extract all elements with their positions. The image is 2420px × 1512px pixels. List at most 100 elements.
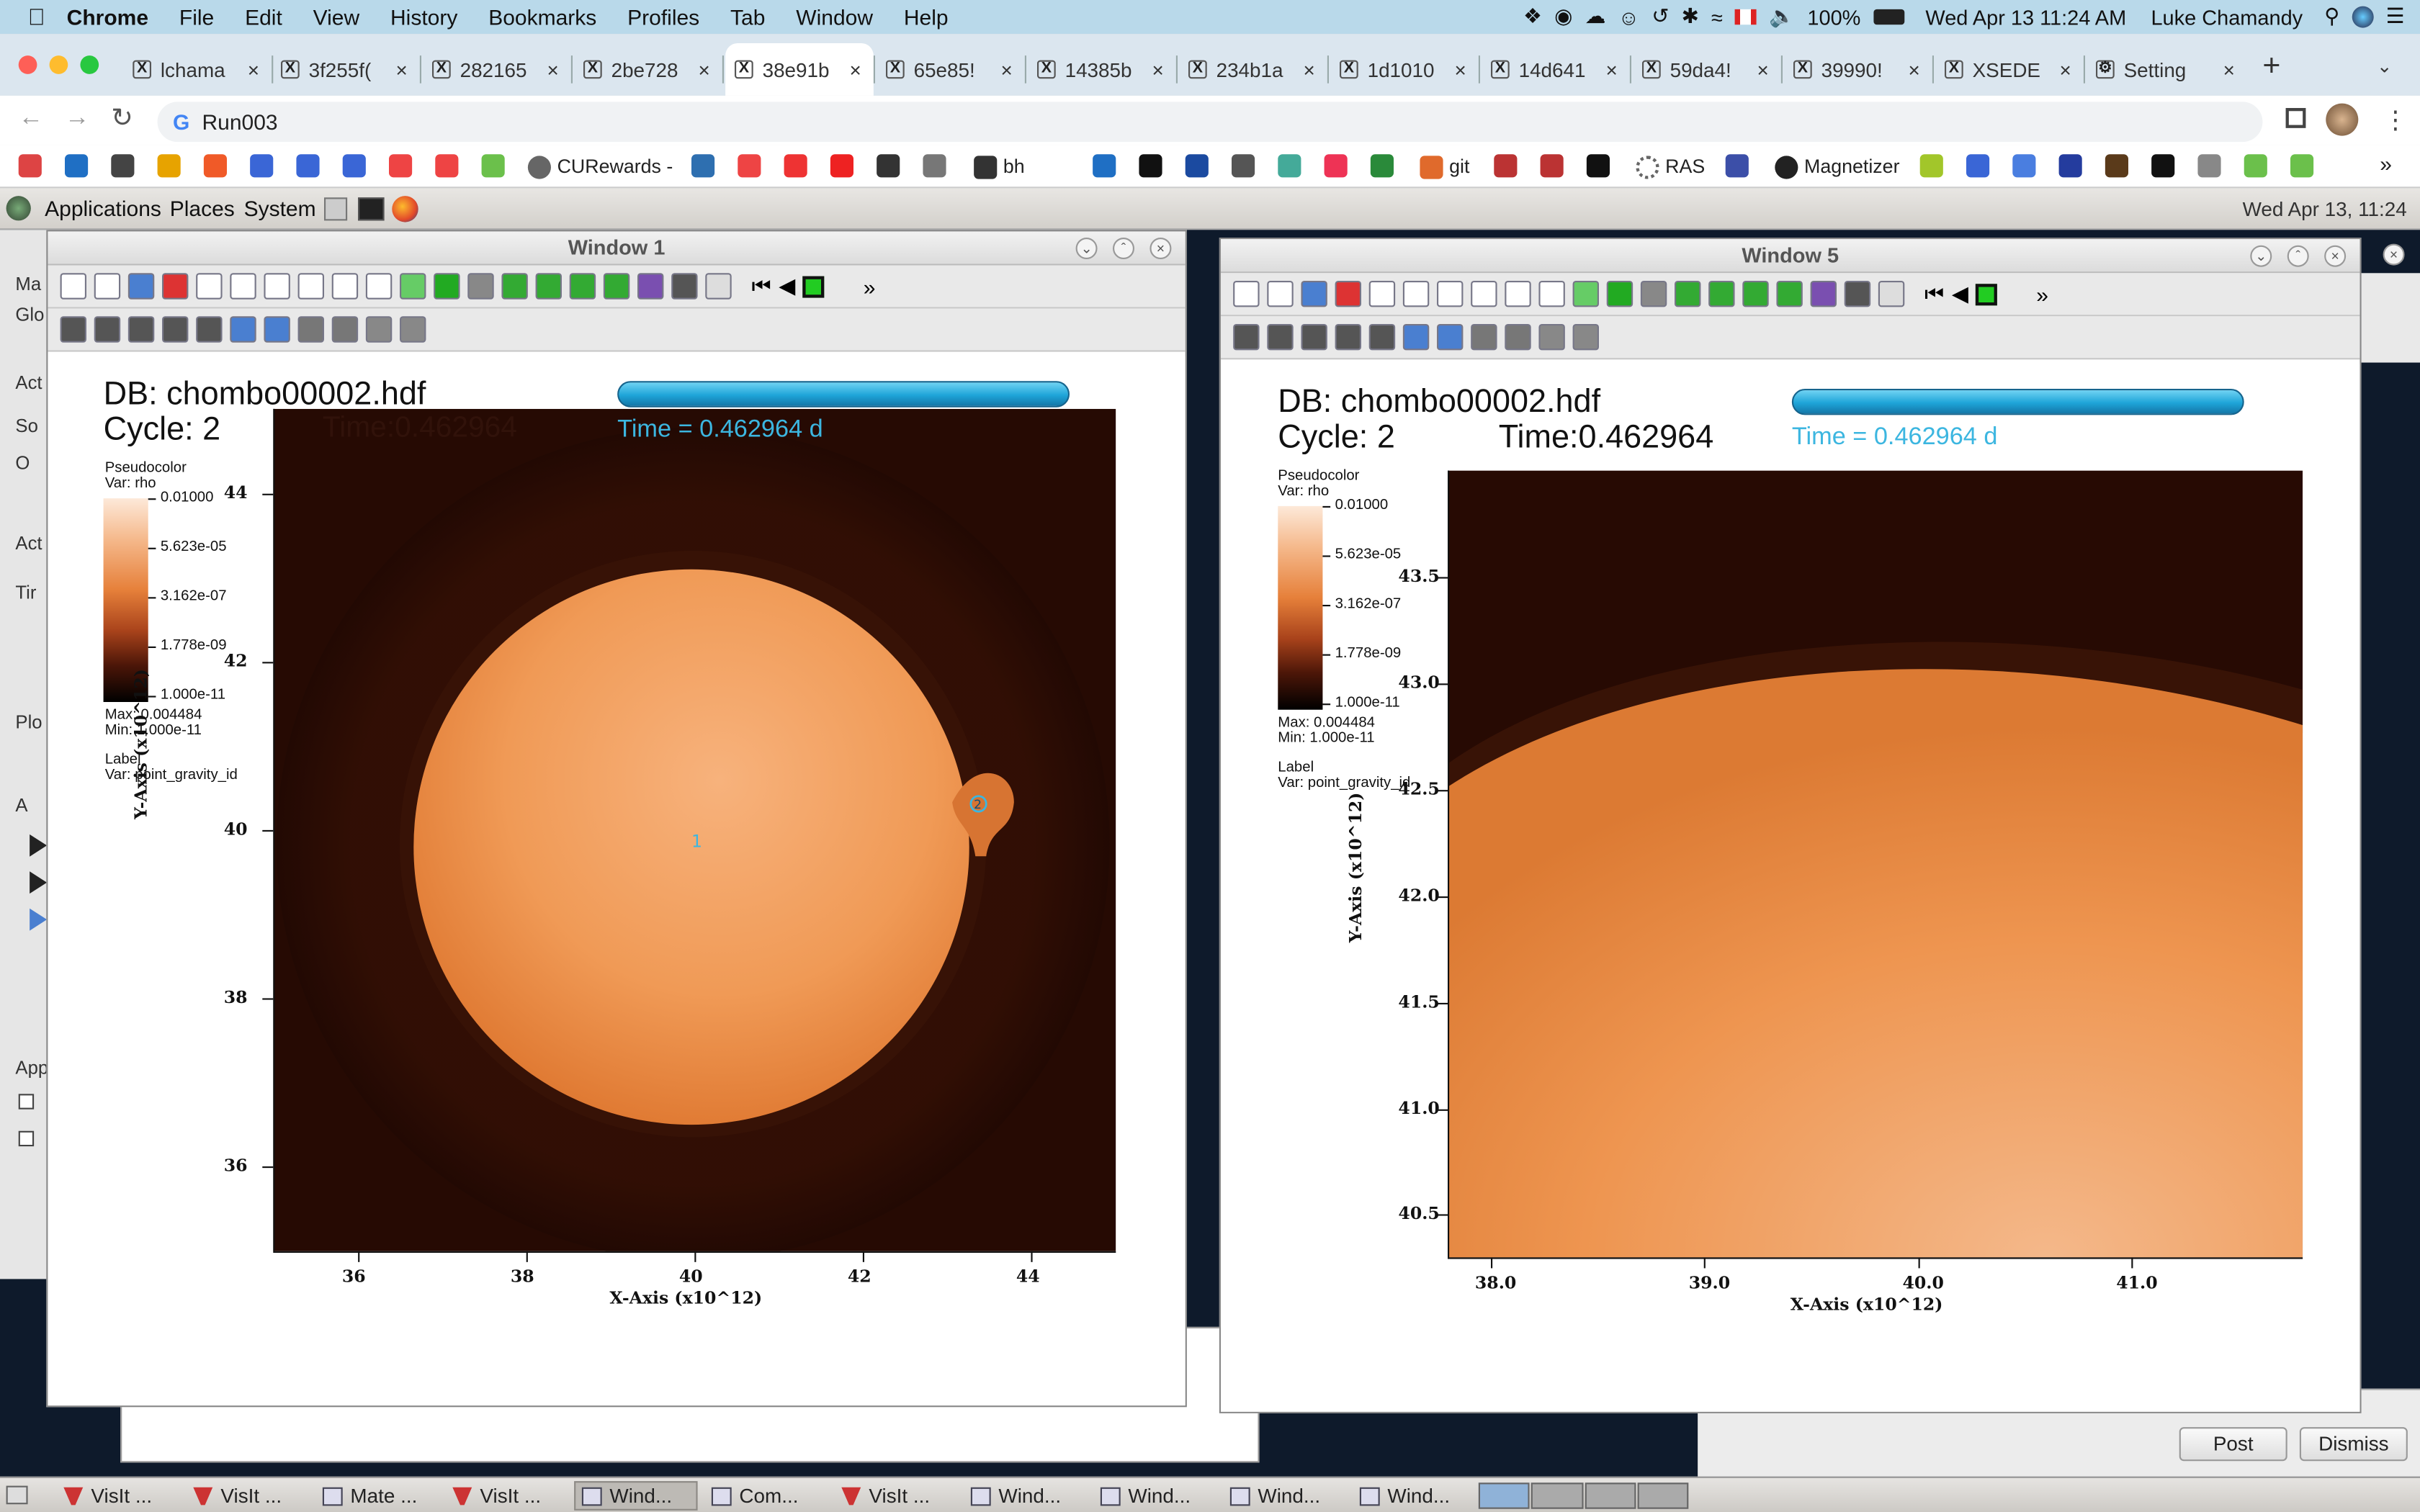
window-5-close-icon[interactable]: × xyxy=(2324,245,2347,267)
bookmark-icon-16[interactable] xyxy=(877,154,900,178)
new-tab-icon[interactable]: + xyxy=(2262,50,2280,85)
main-window-row-5[interactable]: O xyxy=(15,452,30,474)
clock[interactable]: Wed Apr 13 11:24 AM xyxy=(1925,6,2126,29)
extra-window-close-icon[interactable]: × xyxy=(2383,243,2405,266)
people-icon[interactable]: ☺ xyxy=(1618,6,1640,29)
window-1-first-frame-icon[interactable]: ⏮ xyxy=(752,273,771,299)
tab-close-icon[interactable]: × xyxy=(248,58,259,81)
taskbar-item-6[interactable]: Com... xyxy=(704,1481,827,1511)
taskbar-item-5[interactable]: Wind... xyxy=(574,1481,698,1511)
window-5-tool-2-2-icon[interactable] xyxy=(1267,324,1294,351)
volume-icon[interactable]: 🔈 xyxy=(1769,4,1795,29)
tab-7[interactable]: X 14385b × xyxy=(1028,43,1176,96)
window-5-tool-1-9-icon[interactable] xyxy=(1505,281,1531,307)
main-window-row-6[interactable]: Act xyxy=(15,532,42,554)
tab-close-icon[interactable]: × xyxy=(1152,58,1163,81)
bookmark-icon-21[interactable] xyxy=(1232,154,1255,178)
main-window-row-10[interactable]: App xyxy=(15,1057,48,1079)
bookmark-bh[interactable]: bh xyxy=(974,153,1025,181)
bookmark-icon-33[interactable] xyxy=(2105,154,2128,178)
tab-close-icon[interactable]: × xyxy=(1605,58,1617,81)
window-5-stop-icon[interactable] xyxy=(1976,283,1998,305)
siri-icon[interactable] xyxy=(2352,6,2374,28)
bookmark-icon-37[interactable] xyxy=(2290,154,2314,178)
taskbar-item-7[interactable]: VisIt ... xyxy=(833,1481,956,1511)
menu-bookmarks[interactable]: Bookmarks xyxy=(488,4,596,29)
bookmark-icon-24[interactable] xyxy=(1370,154,1394,178)
window-5-tool-1-4-icon[interactable] xyxy=(1335,281,1361,307)
window-5-toolbar-overflow-icon[interactable]: » xyxy=(2036,282,2048,306)
firefox-launcher-icon[interactable] xyxy=(392,196,418,222)
apple-icon[interactable]:  xyxy=(28,4,45,30)
window-5-tool-1-8-icon[interactable] xyxy=(1471,281,1497,307)
bookmark-icon-25[interactable] xyxy=(1494,154,1518,178)
bookmark-icon-5[interactable] xyxy=(203,154,227,178)
window-5-tool-2-3-icon[interactable] xyxy=(1301,324,1327,351)
menu-window[interactable]: Window xyxy=(796,4,873,29)
back-icon[interactable]: ← xyxy=(19,105,43,133)
window-1-tool-1-20-icon[interactable] xyxy=(705,273,732,300)
window-1-tool-1-4-icon[interactable] xyxy=(162,273,189,300)
bookmark-icon-23[interactable] xyxy=(1324,154,1348,178)
user-name[interactable]: Luke Chamandy xyxy=(2151,6,2303,29)
window-1-tool-1-15-icon[interactable] xyxy=(535,273,562,300)
tab-close-icon[interactable]: × xyxy=(1000,58,1012,81)
bookmark-icon-8[interactable] xyxy=(342,154,366,178)
window-1-viewport[interactable]: DB: chombo00002.hdf Cycle: 2 1 2 Time:0.… xyxy=(48,356,1186,1406)
tab-close-icon[interactable]: × xyxy=(1303,58,1314,81)
main-window-checkbox-2[interactable] xyxy=(18,1130,35,1147)
main-window-checkbox-1[interactable] xyxy=(18,1094,35,1110)
bookmark-curewards[interactable]: CURewards - xyxy=(527,153,673,181)
window-5-tool-1-10-icon[interactable] xyxy=(1538,281,1565,307)
spotlight-icon[interactable]: ⚲ xyxy=(2324,4,2339,29)
window-5-tool-1-16-icon[interactable] xyxy=(1742,281,1769,307)
bookmark-icon-27[interactable] xyxy=(1586,154,1610,178)
window-1-tool-2-3-icon[interactable] xyxy=(127,316,155,343)
bookmark-icon-17[interactable] xyxy=(923,154,946,178)
window-5-plot[interactable] xyxy=(1447,470,2303,1258)
window-1-title[interactable]: Window 1 xyxy=(48,231,1186,266)
window-1-tool-1-13-icon[interactable] xyxy=(467,273,494,300)
menu-chrome[interactable]: Chrome xyxy=(67,4,148,29)
tab-3[interactable]: X 282165 × xyxy=(423,43,571,96)
profile-avatar[interactable] xyxy=(2326,103,2359,136)
window-5-tool-1-15-icon[interactable] xyxy=(1708,281,1735,307)
window-1-prev-frame-icon[interactable]: ◀ xyxy=(779,273,795,299)
tab-close-icon[interactable]: × xyxy=(698,58,709,81)
workspace-4[interactable] xyxy=(1637,1482,1689,1509)
bookmark-icon-34[interactable] xyxy=(2151,154,2175,178)
tab-8[interactable]: X 234b1a × xyxy=(1179,43,1327,96)
taskbar-item-3[interactable]: Mate ... xyxy=(315,1481,438,1511)
tab-6[interactable]: X 65e85! × xyxy=(877,43,1025,96)
window-5-tool-1-1-icon[interactable] xyxy=(1233,281,1260,307)
tab-close-icon[interactable]: × xyxy=(2059,58,2071,81)
bookmark-icon-28[interactable] xyxy=(1725,154,1749,178)
window-1-toolbar-overflow-icon[interactable]: » xyxy=(864,274,876,298)
taskbar-item-11[interactable]: Wind... xyxy=(1352,1481,1475,1511)
bookmark-icon-13[interactable] xyxy=(738,154,761,178)
dropbox-icon[interactable]: ❖ xyxy=(1523,4,1542,29)
window-1-tool-1-18-icon[interactable] xyxy=(637,273,664,300)
window-1-tool-2-4-icon[interactable] xyxy=(162,316,189,343)
main-window-row-8[interactable]: Plo xyxy=(15,711,42,733)
tab-4[interactable]: X 2be728 × xyxy=(574,43,722,96)
window-1-tool-1-6-icon[interactable] xyxy=(230,273,256,300)
battery-icon[interactable] xyxy=(1873,9,1904,25)
menu-tab[interactable]: Tab xyxy=(730,4,765,29)
tab-13[interactable]: X XSEDE × xyxy=(1935,43,2084,96)
tab-close-icon[interactable]: × xyxy=(547,58,558,81)
window-1-plot[interactable]: 1 2 xyxy=(273,408,1116,1251)
window-1-tool-1-8-icon[interactable] xyxy=(297,273,324,300)
workspace-1[interactable] xyxy=(1478,1482,1531,1509)
window-5-first-frame-icon[interactable]: ⏮ xyxy=(1924,281,1944,307)
window-1-tool-1-2-icon[interactable] xyxy=(94,273,121,300)
panel-clock[interactable]: Wed Apr 13, 11:24 xyxy=(2243,197,2407,220)
taskbar-item-9[interactable]: Wind... xyxy=(1093,1481,1216,1511)
window-1-tool-2-6-icon[interactable] xyxy=(230,316,256,343)
window-1-tool-1-12-icon[interactable] xyxy=(434,273,460,300)
bookmark-icon-36[interactable] xyxy=(2244,154,2267,178)
window-5-tool-1-17-icon[interactable] xyxy=(1776,281,1803,307)
window-5-tool-2-10-icon[interactable] xyxy=(1538,324,1565,351)
text-editor-launcher-icon[interactable] xyxy=(324,197,348,221)
window-5-tool-1-2-icon[interactable] xyxy=(1267,281,1294,307)
